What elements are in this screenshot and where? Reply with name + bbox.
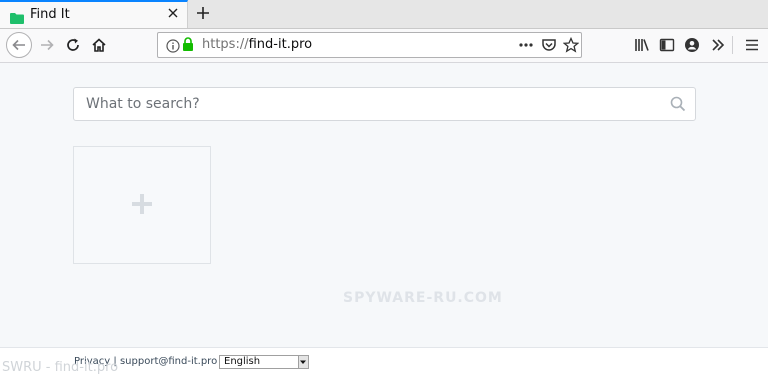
add-shortcut-tile[interactable] [73,146,211,264]
library-icon [635,39,649,51]
hamburger-menu-icon [746,39,758,51]
page-content: SPYWARE-RU.COM [0,63,768,347]
menu-button[interactable] [741,34,763,56]
close-icon[interactable] [165,6,181,22]
corner-watermark: SWRU - find-it.pro [2,360,119,375]
search-input[interactable] [74,88,666,120]
toolbar-divider [732,36,733,54]
account-button[interactable] [681,34,703,56]
watermark: SPYWARE-RU.COM [343,290,503,306]
plus-icon [197,7,209,19]
chevron-double-right-icon [712,39,725,51]
tab-strip: Find It [0,0,768,29]
green-folder-icon [10,9,24,24]
url-text[interactable]: https://find-it.pro [202,37,312,52]
forward-button[interactable] [36,34,58,56]
forward-arrow-icon [41,39,54,51]
back-button[interactable] [6,32,32,58]
search-icon[interactable] [670,96,686,112]
home-icon [92,38,106,52]
info-icon[interactable] [166,38,180,57]
plus-icon [132,194,152,214]
sidebar-icon [659,38,675,52]
back-arrow-icon [12,39,25,51]
language-select[interactable]: English [219,355,309,369]
star-icon[interactable] [562,36,580,57]
more-dots-icon[interactable] [518,37,534,57]
account-icon [685,38,699,52]
chevron-down-icon [298,356,308,368]
language-selected: English [224,356,261,367]
search-box [73,87,696,121]
new-tab-button[interactable] [192,2,214,24]
tab-title: Find It [30,7,70,22]
support-email-link[interactable]: support@find-it.pro [120,356,217,367]
reload-button[interactable] [62,34,84,56]
url-bar[interactable]: https://find-it.pro [157,32,582,58]
navigation-toolbar: https://find-it.pro [0,29,768,63]
sidebar-button[interactable] [656,34,678,56]
tab-find-it[interactable]: Find It [0,0,188,28]
home-button[interactable] [88,34,110,56]
reload-icon [67,38,79,51]
overflow-button[interactable] [707,34,729,56]
pocket-icon[interactable] [541,37,557,57]
library-button[interactable] [631,34,653,56]
lock-icon[interactable] [182,37,194,56]
